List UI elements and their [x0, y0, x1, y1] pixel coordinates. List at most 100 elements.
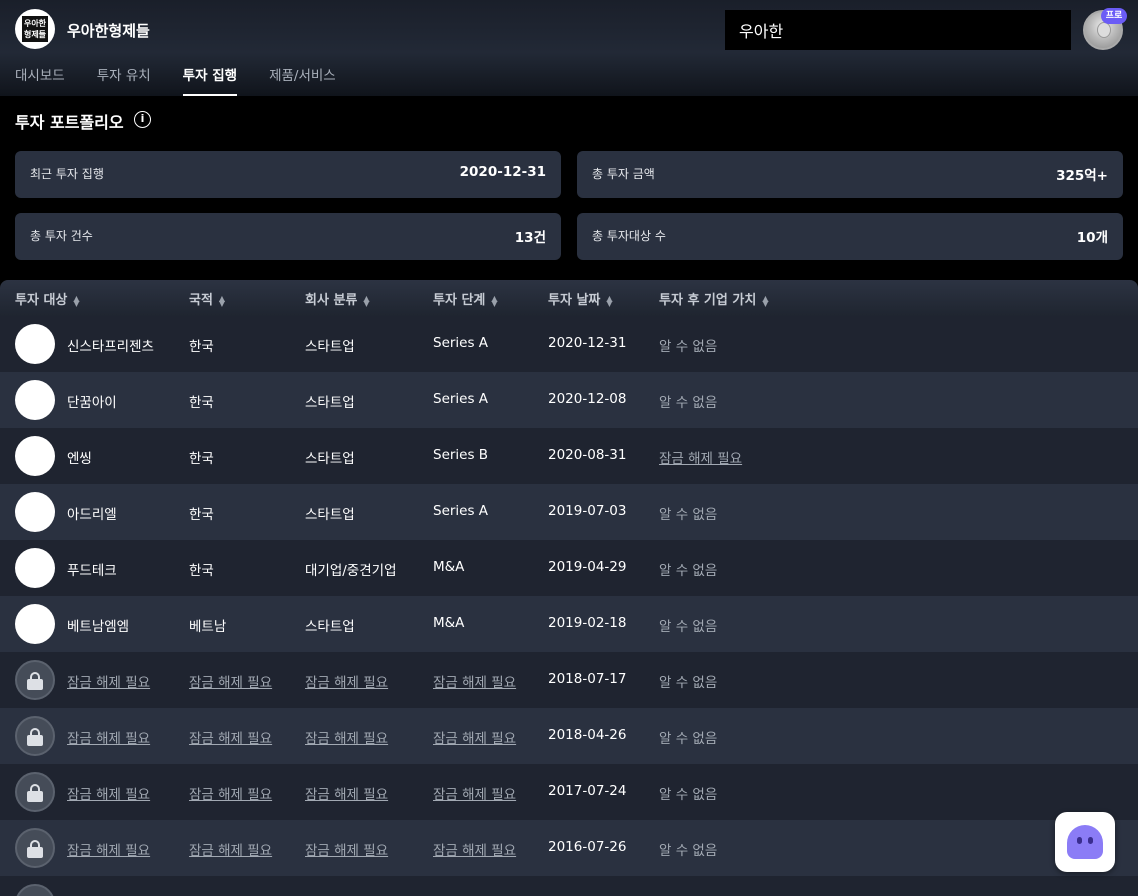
cell-value: 알 수 없음 [659, 339, 718, 355]
table-row[interactable]: 아드리엘 한국 스타트업 Series A 2019-07-03 알 수 없음 [0, 484, 1138, 540]
cell-stage: Series A [433, 335, 489, 351]
pro-badge: 프로 [1101, 8, 1127, 24]
unlock-required-link[interactable]: 잠금 해제 필요 [67, 783, 150, 803]
unlock-required-link[interactable]: 잠금 해제 필요 [67, 727, 150, 747]
cell-value: 알 수 없음 [659, 395, 718, 411]
table-row[interactable]: 푸드테크 한국 대기업/중견기업 M&A 2019-04-29 알 수 없음 [0, 540, 1138, 596]
column-header-label: 국적 [189, 293, 213, 308]
sort-icon[interactable]: ▲ ▼ [606, 294, 612, 307]
search-input[interactable] [725, 10, 1071, 50]
cell-name: 푸드테크 [67, 563, 117, 579]
stat-card-total-count: 총 투자 건수 13건 [15, 213, 561, 260]
company-logo [15, 548, 55, 588]
table-row[interactable] [0, 876, 1138, 896]
page-title: 투자 포트폴리오 [15, 113, 124, 132]
unlock-required-link[interactable]: 잠금 해제 필요 [433, 783, 516, 803]
unlock-required-link[interactable]: 잠금 해제 필요 [305, 839, 388, 859]
cell-stage: M&A [433, 615, 465, 631]
unlock-required-link[interactable]: 잠금 해제 필요 [433, 727, 516, 747]
table-row[interactable]: 엔씽 한국 스타트업 Series B 2020-08-31 잠금 해제 필요 [0, 428, 1138, 484]
unlock-required-link[interactable]: 잠금 해제 필요 [189, 671, 272, 691]
column-header-company-type[interactable]: 회사 분류 ▲ ▼ [305, 289, 370, 308]
sort-icon[interactable]: ▲ ▼ [491, 294, 497, 307]
stat-value: 2020-12-31 [459, 164, 546, 180]
company-logo [15, 436, 55, 476]
unlock-required-link[interactable]: 잠금 해제 필요 [189, 727, 272, 747]
unlock-required-link[interactable]: 잠금 해제 필요 [189, 783, 272, 803]
column-header-target[interactable]: 투자 대상 ▲ ▼ [15, 289, 80, 308]
tab-investment-received[interactable]: 투자 유치 [97, 66, 151, 96]
unlock-required-link[interactable]: 잠금 해제 필요 [189, 839, 272, 859]
table-row[interactable]: 잠금 해제 필요 잠금 해제 필요 잠금 해제 필요 잠금 해제 필요 2017-07-… [0, 764, 1138, 820]
sort-icon[interactable]: ▲ ▼ [219, 294, 225, 307]
stat-value: 325억+ [1056, 168, 1108, 184]
unlock-required-link[interactable]: 잠금 해제 필요 [67, 839, 150, 859]
cell-date: 2020-08-31 [548, 447, 627, 463]
lock-icon [15, 884, 55, 896]
cell-date: 2016-07-26 [548, 839, 627, 855]
column-header-label: 투자 단계 [433, 293, 486, 308]
tab-dashboard[interactable]: 대시보드 [15, 66, 65, 96]
cell-name: 아드리엘 [67, 507, 117, 523]
cell-date: 2019-07-03 [548, 503, 627, 519]
column-header-label: 회사 분류 [305, 293, 358, 308]
unlock-required-link[interactable]: 잠금 해제 필요 [433, 839, 516, 859]
cell-country: 한국 [189, 395, 214, 411]
chatbot-button[interactable] [1055, 812, 1115, 872]
table-row[interactable]: 신스타프리젠츠 한국 스타트업 Series A 2020-12-31 알 수 없음 [0, 316, 1138, 372]
cell-country: 한국 [189, 563, 214, 579]
cell-date: 2018-04-26 [548, 727, 627, 743]
info-icon[interactable]: i [134, 111, 151, 128]
table-row[interactable]: 잠금 해제 필요 잠금 해제 필요 잠금 해제 필요 잠금 해제 필요 2016-07-… [0, 820, 1138, 876]
cell-value: 알 수 없음 [659, 619, 718, 635]
table-row[interactable]: 단꿈아이 한국 스타트업 Series A 2020-12-08 알 수 없음 [0, 372, 1138, 428]
cell-date: 2020-12-31 [548, 335, 627, 351]
column-header-label: 투자 대상 [15, 293, 68, 308]
column-header-date[interactable]: 투자 날짜 ▲ ▼ [548, 289, 613, 308]
column-header-country[interactable]: 국적 ▲ ▼ [189, 289, 225, 308]
tab-investment-made[interactable]: 투자 집행 [182, 66, 238, 96]
table-row[interactable]: 잠금 해제 필요 잠금 해제 필요 잠금 해제 필요 잠금 해제 필요 2018-07-… [0, 652, 1138, 708]
sort-icon[interactable]: ▲ ▼ [73, 294, 79, 307]
table-row[interactable]: 베트남엠엠 베트남 스타트업 M&A 2019-02-18 알 수 없음 [0, 596, 1138, 652]
stat-label: 최근 투자 집행 [30, 167, 104, 181]
cell-date: 2020-12-08 [548, 391, 627, 407]
sort-icon[interactable]: ▲ ▼ [762, 294, 768, 307]
cell-type: 스타트업 [305, 507, 355, 523]
column-header-label: 투자 날짜 [548, 293, 601, 308]
unlock-required-link[interactable]: 잠금 해제 필요 [305, 783, 388, 803]
stat-label: 총 투자대상 수 [592, 229, 666, 243]
unlock-required-link[interactable]: 잠금 해제 필요 [67, 671, 150, 691]
stat-card-total-targets: 총 투자대상 수 10개 [577, 213, 1123, 260]
company-name[interactable]: 우아한형제들 [67, 20, 150, 41]
cell-type: 스타트업 [305, 451, 355, 467]
sort-icon[interactable]: ▲ ▼ [363, 294, 369, 307]
table-row[interactable]: 잠금 해제 필요 잠금 해제 필요 잠금 해제 필요 잠금 해제 필요 2018-04-… [0, 708, 1138, 764]
cell-stage: M&A [433, 559, 465, 575]
cell-type: 스타트업 [305, 395, 355, 411]
cell-country: 한국 [189, 451, 214, 467]
column-header-stage[interactable]: 투자 단계 ▲ ▼ [433, 289, 498, 308]
unlock-required-link[interactable]: 잠금 해제 필요 [659, 447, 742, 467]
cell-stage: Series A [433, 391, 489, 407]
cell-date: 2019-02-18 [548, 615, 627, 631]
cell-value: 알 수 없음 [659, 675, 718, 691]
lock-icon [15, 660, 55, 700]
cell-country: 한국 [189, 339, 214, 355]
unlock-required-link[interactable]: 잠금 해제 필요 [305, 727, 388, 747]
tab-products-services[interactable]: 제품/서비스 [269, 66, 336, 96]
cell-value: 알 수 없음 [659, 787, 718, 803]
cell-country: 베트남 [189, 619, 227, 635]
unlock-required-link[interactable]: 잠금 해제 필요 [433, 671, 516, 691]
stat-card-latest-investment: 최근 투자 집행 2020-12-31 [15, 151, 561, 198]
cell-type: 대기업/중견기업 [305, 563, 397, 579]
cell-name: 단꿈아이 [67, 395, 117, 411]
tab-bar: 대시보드 투자 유치 투자 집행 제품/서비스 [15, 66, 368, 96]
unlock-required-link[interactable]: 잠금 해제 필요 [305, 671, 388, 691]
cell-type: 스타트업 [305, 339, 355, 355]
cell-date: 2017-07-24 [548, 783, 627, 799]
company-logo [15, 604, 55, 644]
company-logo[interactable]: 우아한형제들 [15, 9, 55, 49]
stat-label: 총 투자 건수 [30, 229, 93, 243]
column-header-valuation[interactable]: 투자 후 기업 가치 ▲ ▼ [659, 289, 768, 308]
